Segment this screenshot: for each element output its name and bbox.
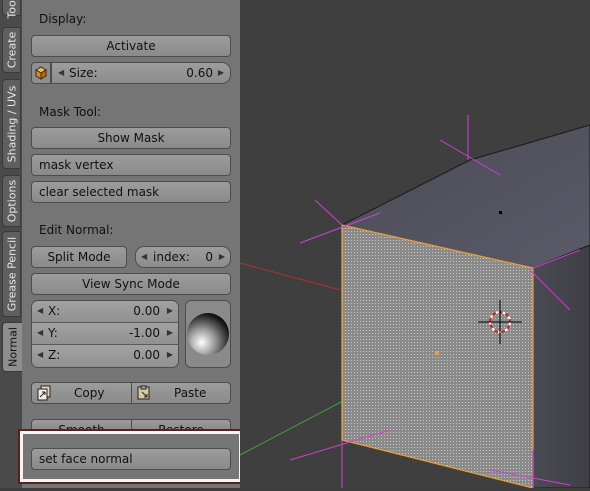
chevron-right-icon[interactable]: ▶ [167, 345, 173, 365]
show-mask-button[interactable]: Show Mask [31, 127, 231, 149]
tab-grease-pencil[interactable]: Grease Pencil [2, 231, 21, 317]
mask-tool-heading: Mask Tool: [39, 105, 102, 119]
tab-options[interactable]: Options [2, 175, 21, 227]
index-value: 0 [205, 250, 213, 264]
z-field[interactable]: ◀ Z: 0.00 ▶ [32, 345, 178, 367]
restore-button[interactable]: Restore [132, 420, 230, 430]
chevron-right-icon[interactable]: ▶ [219, 247, 225, 267]
chevron-right-icon[interactable]: ▶ [218, 63, 224, 83]
normal-vector-fields: ◀ X: 0.00 ▶ ◀ Y: -1.00 ▶ ◀ Z: 0.00 ▶ [31, 300, 179, 368]
paste-icon [137, 385, 150, 400]
normal-sphere-icon[interactable] [186, 301, 230, 367]
mask-vertex-button[interactable]: mask vertex [31, 154, 231, 176]
chevron-right-icon[interactable]: ▶ [167, 301, 173, 321]
z-value: 0.00 [133, 348, 160, 362]
highlight-frame [18, 429, 244, 484]
display-heading: Display: [39, 12, 87, 26]
x-value: 0.00 [133, 304, 160, 318]
chevron-left-icon[interactable]: ◀ [37, 345, 43, 365]
x-axis-line [239, 262, 341, 291]
face-center-dot [499, 211, 502, 214]
copy-paste-group: Copy Paste [31, 382, 231, 404]
size-label: Size: [69, 66, 98, 80]
paste-button[interactable]: Paste [132, 383, 230, 403]
index-label: index: [153, 250, 190, 264]
tab-options-label: Options [5, 179, 18, 223]
sidebar-tab-strip: Tools Create Shading / UVs Options Greas… [0, 0, 23, 488]
y-label: Y: [48, 326, 58, 340]
copy-icon [37, 385, 51, 401]
tab-normal[interactable]: Normal [2, 322, 23, 372]
size-value: 0.60 [186, 66, 213, 80]
index-field[interactable]: ◀ index: 0 ▶ [135, 246, 231, 268]
cube-icon [35, 66, 47, 80]
z-label: Z: [48, 348, 61, 362]
clear-selected-mask-button[interactable]: clear selected mask [31, 181, 231, 203]
chevron-left-icon[interactable]: ◀ [58, 63, 64, 83]
chevron-right-icon[interactable]: ▶ [167, 323, 173, 343]
tab-shading-uvs[interactable]: Shading / UVs [2, 79, 21, 169]
paste-label: Paste [174, 386, 207, 400]
display-cube-icon-button[interactable] [31, 62, 51, 84]
size-field[interactable]: ◀ Size: 0.60 ▶ [51, 62, 231, 84]
tab-create[interactable]: Create [2, 27, 21, 73]
smooth-button[interactable]: Smooth [32, 420, 132, 430]
copy-label: Copy [74, 386, 105, 400]
copy-button[interactable]: Copy [32, 383, 132, 403]
split-mode-button[interactable]: Split Mode [31, 246, 127, 268]
tab-normal-label: Normal [6, 327, 20, 367]
normal-direction-widget[interactable] [185, 300, 231, 368]
viewport-scene [239, 115, 590, 489]
x-field[interactable]: ◀ X: 0.00 ▶ [32, 301, 178, 323]
smooth-restore-group: Smooth Restore [31, 419, 231, 431]
activate-button[interactable]: Activate [31, 35, 231, 57]
3d-viewport[interactable] [239, 0, 590, 489]
cube-selected-face[interactable] [341, 224, 534, 489]
y-value: -1.00 [128, 326, 160, 340]
tab-shading-uvs-label: Shading / UVs [5, 85, 18, 163]
selected-face-center [435, 351, 439, 355]
tab-create-label: Create [5, 31, 18, 69]
tool-panel: Display: Activate ◀ Size: 0.60 ▶ Mask To… [22, 0, 241, 488]
y-field[interactable]: ◀ Y: -1.00 ▶ [32, 323, 178, 345]
view-sync-mode-button[interactable]: View Sync Mode [31, 273, 231, 295]
edit-normal-heading: Edit Normal: [39, 223, 114, 237]
chevron-left-icon[interactable]: ◀ [37, 323, 43, 343]
tab-tools[interactable]: Tools [2, 0, 21, 19]
chevron-left-icon[interactable]: ◀ [37, 301, 43, 321]
tab-grease-pencil-label: Grease Pencil [5, 236, 18, 312]
chevron-left-icon[interactable]: ◀ [141, 247, 147, 267]
tab-tools-label: Tools [5, 0, 18, 19]
x-label: X: [48, 304, 61, 318]
